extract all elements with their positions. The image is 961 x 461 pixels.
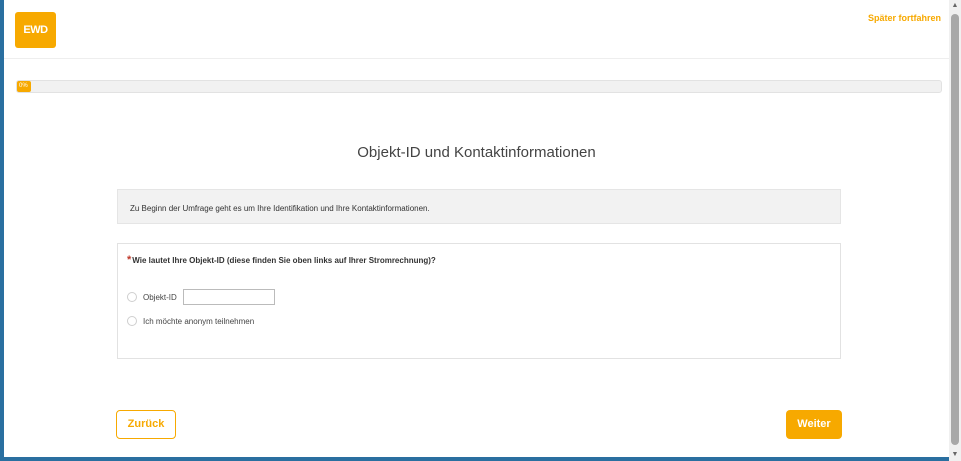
header: EWD Später fortfahren — [4, 0, 949, 59]
question-label: Wie lautet Ihre Objekt-ID (diese finden … — [132, 256, 436, 265]
progress-fill: 0% — [17, 81, 31, 92]
back-button[interactable]: Zurück — [116, 410, 176, 439]
required-marker: * — [127, 254, 132, 266]
survey-window: EWD Später fortfahren 0% Objekt-ID und K… — [4, 0, 949, 457]
scroll-up-icon[interactable]: ▲ — [949, 0, 961, 12]
intro-box: Zu Beginn der Umfrage geht es um Ihre Id… — [117, 189, 841, 224]
question-box: *Wie lautet Ihre Objekt-ID (diese finden… — [117, 243, 841, 359]
continue-later-link[interactable]: Später fortfahren — [868, 13, 941, 23]
option-anonymous-label: Ich möchte anonym teilnehmen — [143, 316, 255, 326]
radio-objekt-id[interactable] — [127, 292, 137, 302]
intro-text: Zu Beginn der Umfrage geht es um Ihre Id… — [130, 204, 430, 213]
question-text: *Wie lautet Ihre Objekt-ID (diese finden… — [127, 254, 436, 266]
option-objekt-id[interactable]: Objekt-ID — [127, 289, 275, 305]
next-button[interactable]: Weiter — [786, 410, 842, 439]
option-anonymous[interactable]: Ich möchte anonym teilnehmen — [127, 316, 254, 326]
progress-bar: 0% — [16, 80, 942, 93]
vertical-scrollbar[interactable]: ▲ ▼ — [949, 0, 961, 461]
radio-anonymous[interactable] — [127, 316, 137, 326]
option-objekt-id-label: Objekt-ID — [143, 292, 177, 302]
ewd-logo: EWD — [15, 12, 56, 48]
objekt-id-input[interactable] — [182, 289, 275, 305]
page-title: Objekt-ID und Kontaktinformationen — [357, 144, 596, 161]
scroll-thumb[interactable] — [951, 14, 959, 445]
scroll-down-icon[interactable]: ▼ — [949, 449, 961, 461]
